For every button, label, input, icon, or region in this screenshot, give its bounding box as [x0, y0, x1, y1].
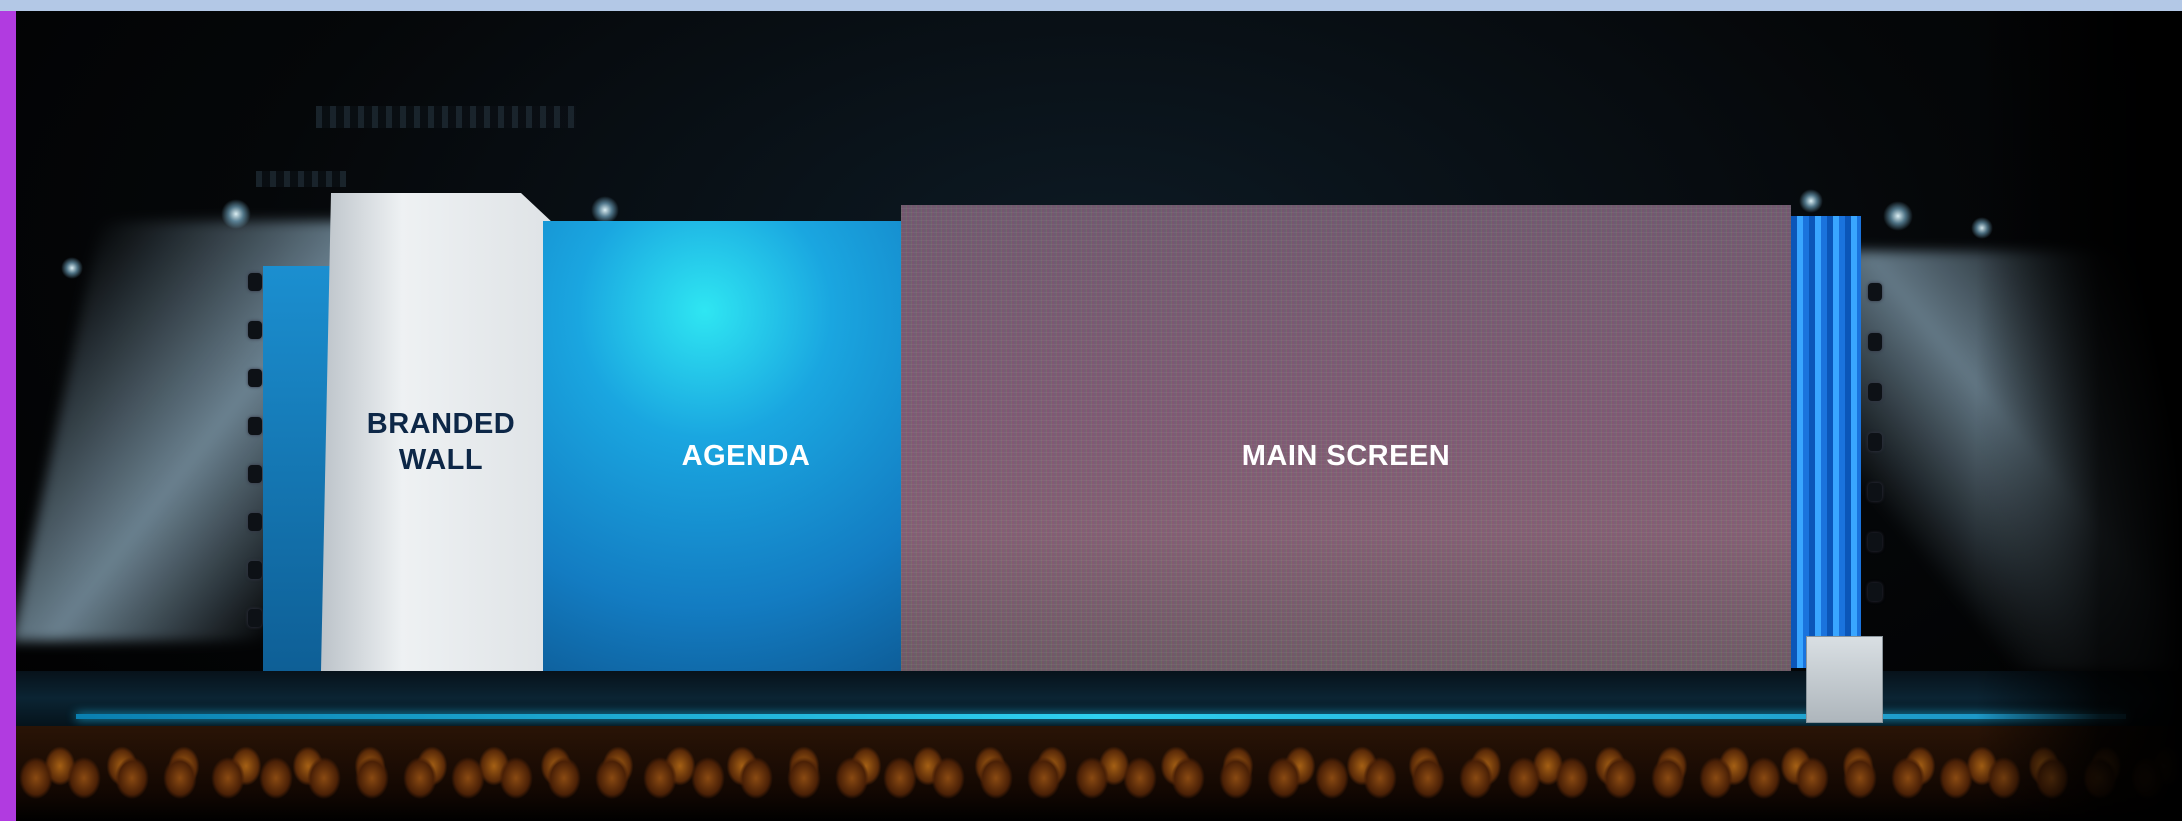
- lectern-podium: [1806, 636, 1883, 723]
- speaker-cabinet: [1868, 433, 1882, 451]
- speaker-cabinet: [248, 369, 262, 387]
- main-screen-label: MAIN SCREEN: [1241, 440, 1451, 472]
- speaker-cabinet: [1868, 533, 1882, 551]
- spotlight-glow: [221, 199, 251, 229]
- lighting-truss-top: [316, 106, 576, 128]
- audience-silhouettes: [16, 726, 2182, 821]
- spotlight-glow: [1883, 201, 1913, 231]
- speaker-cabinet: [248, 417, 262, 435]
- speaker-cabinet: [1868, 283, 1882, 301]
- speaker-cabinet: [248, 561, 262, 579]
- right-edge-vignette: [1976, 11, 2182, 821]
- stage-scene: BRANDED WALL AGENDA MAIN SCREEN: [16, 11, 2182, 821]
- speaker-cabinet: [1868, 483, 1882, 501]
- speaker-cabinet: [248, 273, 262, 291]
- speaker-cabinet: [248, 321, 262, 339]
- speaker-cabinet: [1868, 333, 1882, 351]
- spotlight-glow: [1799, 189, 1823, 213]
- agenda-label: AGENDA: [681, 440, 811, 472]
- spotlight-glow: [591, 196, 619, 224]
- stage-render-view: BRANDED WALL AGENDA MAIN SCREEN: [0, 0, 2182, 821]
- speaker-cabinet: [1868, 583, 1882, 601]
- speaker-cabinet: [1868, 383, 1882, 401]
- side-led-strip: [1791, 216, 1861, 668]
- speaker-cabinet: [248, 609, 262, 627]
- speaker-cabinet: [248, 513, 262, 531]
- left-accent-bar: [0, 11, 16, 821]
- top-border-bar: [0, 0, 2182, 11]
- speaker-cabinet: [248, 465, 262, 483]
- branded-wall-label: BRANDED WALL: [366, 408, 516, 476]
- lighting-truss-left: [256, 171, 346, 187]
- spotlight-glow: [61, 257, 83, 279]
